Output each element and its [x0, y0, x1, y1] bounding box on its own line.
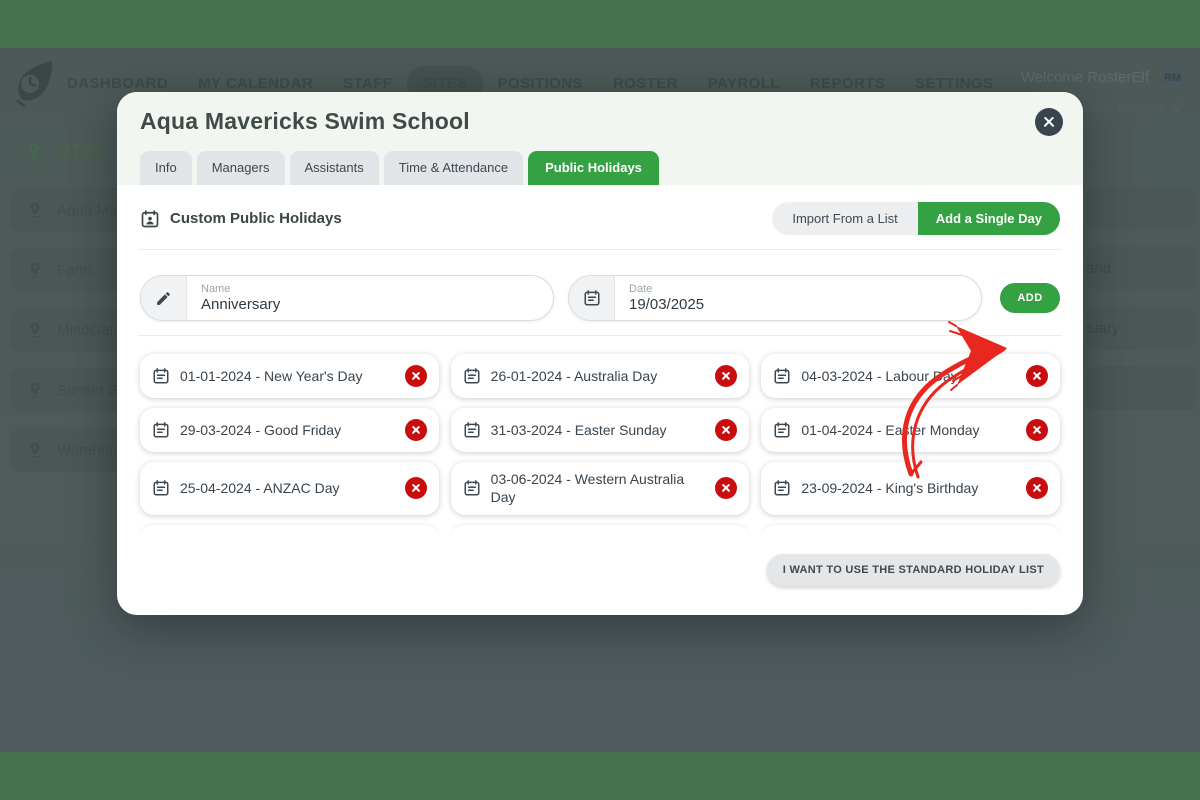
sites-page-title: SITES: [24, 141, 108, 162]
modal-header: Aqua Mavericks Swim School InfoManagersA…: [117, 92, 1083, 185]
calendar-user-icon: [140, 209, 160, 229]
calendar-icon: [152, 479, 170, 497]
feature-request-link[interactable]: Feature Request: [1071, 101, 1184, 115]
modal-tab[interactable]: Managers: [197, 151, 285, 185]
delete-holiday-icon[interactable]: [405, 419, 427, 441]
holiday-card-partial: [761, 525, 1060, 541]
holiday-card-partial: [140, 525, 439, 541]
delete-holiday-icon[interactable]: [715, 365, 737, 387]
delete-holiday-icon[interactable]: [1026, 477, 1048, 499]
divider: [138, 335, 1062, 336]
calendar-icon: [773, 479, 791, 497]
user-avatar[interactable]: RM: [1159, 64, 1186, 91]
holiday-mode-toggle: Import From a List Add a Single Day: [772, 202, 1060, 235]
holiday-card: 23-09-2024 - King's Birthday: [761, 462, 1060, 515]
calendar-icon: [773, 367, 791, 385]
holiday-label: 01-01-2024 - New Year's Day: [180, 367, 395, 385]
holiday-card: 31-03-2024 - Easter Sunday: [451, 408, 750, 452]
calendar-icon: [152, 367, 170, 385]
location-pin-icon: [26, 201, 44, 219]
site-list-item-partial: tuary: [1086, 306, 1196, 350]
holiday-label: 29-03-2024 - Good Friday: [180, 421, 395, 439]
page: DASHBOARDMY CALENDARSTAFFSITESPOSITIONSR…: [0, 0, 1200, 800]
holiday-label: 01-04-2024 - Easter Monday: [801, 421, 1016, 439]
site-list-item-partial: and: [1086, 246, 1196, 290]
modal-tab[interactable]: Time & Attendance: [384, 151, 523, 185]
modal-tab[interactable]: Assistants: [290, 151, 379, 185]
delete-holiday-icon[interactable]: [1026, 365, 1048, 387]
holiday-row-partial: [140, 525, 1060, 541]
name-input[interactable]: [201, 296, 539, 314]
background-right-cards: and tuary: [1086, 186, 1196, 410]
delete-holiday-icon[interactable]: [715, 419, 737, 441]
add-button[interactable]: ADD: [1000, 283, 1060, 313]
modal-tab[interactable]: Info: [140, 151, 192, 185]
section-title: Custom Public Holidays: [170, 210, 342, 227]
holiday-card: 04-03-2024 - Labour Day: [761, 354, 1060, 398]
modal-body: Custom Public Holidays Import From a Lis…: [117, 185, 1083, 600]
holiday-card: 03-06-2024 - Western Australia Day: [451, 462, 750, 515]
pencil-icon: [141, 276, 187, 320]
frame-bottom-band: [0, 752, 1200, 800]
divider: [138, 249, 1062, 250]
frame-top-band: [0, 0, 1200, 48]
location-pin-icon: [26, 321, 44, 339]
holiday-label: 31-03-2024 - Easter Sunday: [491, 421, 706, 439]
modal-title: Aqua Mavericks Swim School: [140, 108, 1060, 135]
calendar-icon: [463, 479, 481, 497]
delete-holiday-icon[interactable]: [405, 477, 427, 499]
site-list-item-partial: [1086, 366, 1196, 410]
holiday-card: 25-04-2024 - ANZAC Day: [140, 462, 439, 515]
name-field-label: Name: [201, 283, 539, 296]
holiday-label: 04-03-2024 - Labour Day: [801, 367, 1016, 385]
location-pin-icon: [24, 142, 44, 162]
welcome-text: Welcome RosterElf: [1021, 69, 1149, 86]
site-settings-modal: Aqua Mavericks Swim School InfoManagersA…: [117, 92, 1083, 615]
holiday-date-field[interactable]: Date: [568, 275, 982, 321]
holiday-list: 01-01-2024 - New Year's Day 26-01-2024 -…: [140, 354, 1060, 541]
calendar-icon: [773, 421, 791, 439]
modal-tabs: InfoManagersAssistantsTime & AttendanceP…: [140, 151, 1060, 185]
delete-holiday-icon[interactable]: [1026, 419, 1048, 441]
holiday-card-partial: [451, 525, 750, 541]
holiday-label: 26-01-2024 - Australia Day: [491, 367, 706, 385]
section-title-row: Custom Public Holidays: [140, 209, 342, 229]
calendar-icon: [152, 421, 170, 439]
delete-holiday-icon[interactable]: [715, 477, 737, 499]
date-field-label: Date: [629, 283, 967, 296]
holiday-card: 01-04-2024 - Easter Monday: [761, 408, 1060, 452]
calendar-icon: [569, 276, 615, 320]
holiday-card: 29-03-2024 - Good Friday: [140, 408, 439, 452]
location-pin-icon: [26, 381, 44, 399]
holiday-name-field[interactable]: Name: [140, 275, 554, 321]
location-pin-icon: [26, 441, 44, 459]
calendar-icon: [463, 367, 481, 385]
holiday-label: 25-04-2024 - ANZAC Day: [180, 479, 395, 497]
holiday-card: 26-01-2024 - Australia Day: [451, 354, 750, 398]
holiday-label: 23-09-2024 - King's Birthday: [801, 479, 1016, 497]
location-pin-icon: [26, 261, 44, 279]
import-from-list-button[interactable]: Import From a List: [772, 202, 917, 235]
use-standard-holiday-list-button[interactable]: I WANT TO USE THE STANDARD HOLIDAY LIST: [767, 554, 1060, 586]
holiday-card: 01-01-2024 - New Year's Day: [140, 354, 439, 398]
add-single-day-button[interactable]: Add a Single Day: [918, 202, 1060, 235]
calendar-icon: [463, 421, 481, 439]
date-input[interactable]: [629, 296, 967, 314]
holiday-label: 03-06-2024 - Western Australia Day: [491, 470, 706, 507]
modal-tab[interactable]: Public Holidays: [528, 151, 659, 185]
close-icon[interactable]: [1035, 108, 1063, 136]
lightbulb-icon: [1170, 101, 1184, 115]
delete-holiday-icon[interactable]: [405, 365, 427, 387]
site-list-item-partial: [1086, 186, 1196, 230]
